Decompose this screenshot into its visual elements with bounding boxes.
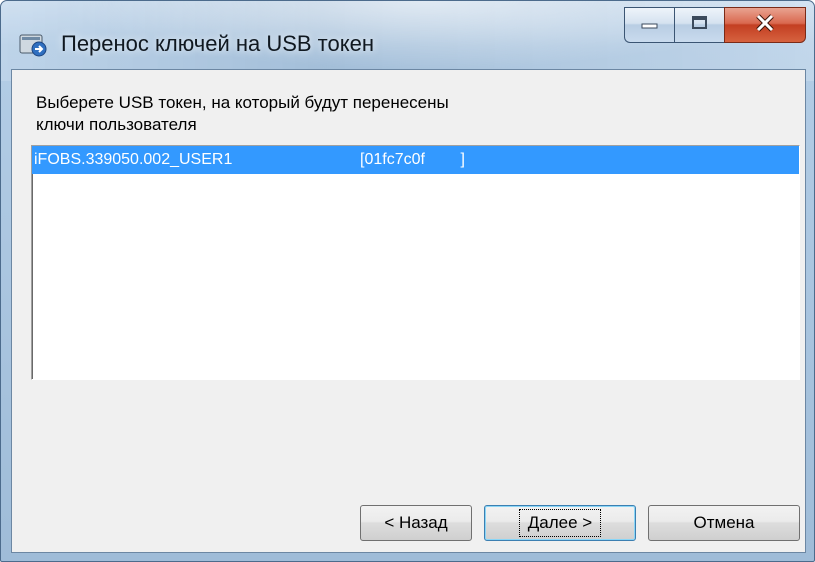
next-button[interactable]: Далее > [484, 505, 636, 541]
next-button-label: Далее > [518, 509, 602, 537]
instruction-line-1: Выберете USB токен, на который будут пер… [36, 93, 449, 112]
token-name: iFOBS.339050.002_USER1 [34, 151, 233, 168]
minimize-button[interactable] [624, 7, 674, 43]
maximize-icon [691, 15, 709, 36]
token-id: [01fc7c0f ] [360, 151, 465, 168]
minimize-icon [641, 16, 659, 34]
back-button[interactable]: < Назад [360, 505, 472, 541]
instruction-line-2: ключи пользователя [36, 115, 197, 134]
close-icon [754, 13, 776, 38]
title-bar[interactable]: Перенос ключей на USB токен [1, 1, 814, 69]
caption-buttons [624, 7, 806, 43]
maximize-button[interactable] [674, 7, 724, 43]
key-transfer-icon [19, 31, 49, 59]
close-button[interactable] [724, 7, 806, 43]
cancel-button[interactable]: Отмена [648, 505, 800, 541]
token-list-item[interactable]: iFOBS.339050.002_USER1 [01fc7c0f ] [32, 146, 799, 174]
instruction-text: Выберете USB токен, на который будут пер… [36, 92, 636, 136]
token-listbox[interactable]: iFOBS.339050.002_USER1 [01fc7c0f ] [31, 145, 800, 380]
window-title: Перенос ключей на USB токен [61, 31, 375, 56]
